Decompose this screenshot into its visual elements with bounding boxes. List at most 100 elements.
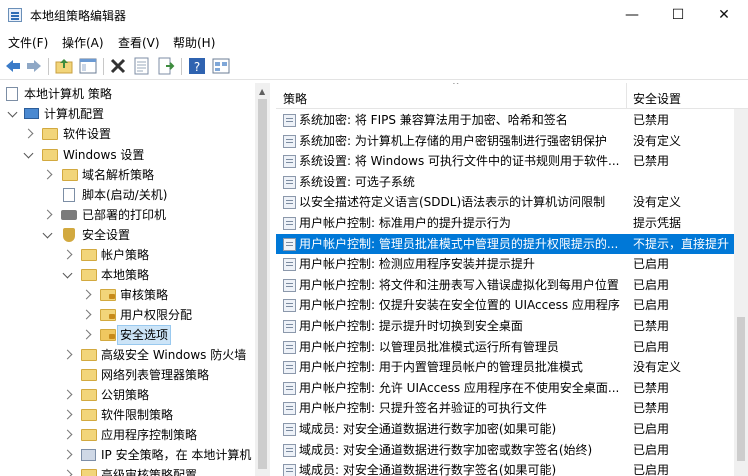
delete-icon[interactable] <box>109 57 127 75</box>
table-row[interactable]: 用户帐户控制: 标准用户的提升提示行为 提示凭据 <box>276 213 734 234</box>
policy-icon <box>283 217 296 230</box>
export-list-icon[interactable] <box>157 57 175 75</box>
maximize-button[interactable]: ☐ <box>655 0 701 30</box>
forward-arrow-icon[interactable] <box>25 57 43 75</box>
column-header-policy[interactable]: 策略 <box>283 90 307 107</box>
menu-view[interactable]: 查看(V) <box>118 34 160 51</box>
policy-value: 已启用 <box>633 277 670 292</box>
collapse-arrow-icon[interactable] <box>42 209 53 220</box>
policy-value: 提示凭据 <box>633 216 682 230</box>
tree-item-label: 安全设置 <box>82 228 131 242</box>
collapse-arrow-icon[interactable] <box>42 169 53 180</box>
policy-name: 用户帐户控制: 标准用户的提升提示行为 <box>299 216 511 230</box>
folder-icon <box>81 349 97 361</box>
back-arrow-icon[interactable] <box>4 57 22 75</box>
collapse-arrow-icon[interactable] <box>62 249 73 260</box>
policy-icon <box>283 361 296 375</box>
table-row[interactable]: 系统设置: 可选子系统 <box>276 172 734 193</box>
policy-icon <box>283 258 296 272</box>
show-hide-tree-icon[interactable] <box>79 57 97 75</box>
table-row[interactable]: 用户帐户控制: 允许 UIAccess 应用程序在不使用安全桌面... 已禁用 <box>276 378 734 399</box>
policy-value: 已启用 <box>633 422 670 436</box>
table-row[interactable]: 用户帐户控制: 提示提升时切换到安全桌面 已禁用 <box>276 316 734 337</box>
expand-arrow-icon[interactable] <box>23 148 34 159</box>
collapse-arrow-icon[interactable] <box>81 309 92 320</box>
toolbar-separator <box>48 58 49 75</box>
policy-value: 没有定义 <box>633 133 682 148</box>
folder-icon <box>81 369 97 381</box>
collapse-arrow-icon[interactable] <box>62 409 73 420</box>
collapse-arrow-icon[interactable] <box>81 289 92 300</box>
minimize-button[interactable]: — <box>609 0 655 30</box>
expand-arrow-icon[interactable] <box>42 228 53 239</box>
table-row-selected[interactable]: 用户帐户控制: 管理员批准模式中管理员的提升权限提示的... 不提示，直接提升 <box>276 233 734 255</box>
locked-folder-icon <box>100 309 116 321</box>
policy-icon <box>283 196 296 210</box>
tree-item-label: 本地计算机 策略 <box>24 87 112 101</box>
table-row[interactable]: 以安全描述符定义语言(SDDL)语法表示的计算机访问限制 没有定义 <box>276 192 734 213</box>
collapse-arrow-icon[interactable] <box>62 429 73 440</box>
collapse-arrow-icon[interactable] <box>62 469 73 476</box>
policy-icon <box>283 278 296 292</box>
menu-action[interactable]: 操作(A) <box>62 34 104 51</box>
console-tree: 本地计算机 策略 计算机配置 软件设置 Windows 设置 域名解析策略 脚本… <box>0 83 270 476</box>
title-bar: 本地组策略编辑器 — ☐ ✕ <box>0 0 748 30</box>
table-row[interactable]: 域成员: 对安全通道数据进行数字签名(如果可能) 已启用 <box>276 460 734 476</box>
table-row[interactable]: 用户帐户控制: 检测应用程序安装并提示提升 已启用 <box>276 254 734 275</box>
policy-icon <box>283 340 296 354</box>
security-settings-icon <box>63 228 75 242</box>
expand-arrow-icon[interactable] <box>62 268 73 279</box>
collapse-arrow-icon[interactable] <box>62 449 73 460</box>
policy-name: 用户帐户控制: 只提升签名并验证的可执行文件 <box>299 401 547 416</box>
locked-folder-icon <box>100 329 116 341</box>
table-row[interactable]: 系统加密: 为计算机上存储的用户密钥强制进行强密钥保护 没有定义 <box>276 131 734 152</box>
scroll-up-arrow-icon[interactable]: ▲ <box>259 87 265 96</box>
properties-icon[interactable] <box>133 57 151 75</box>
up-folder-icon[interactable] <box>55 57 73 75</box>
close-button[interactable]: ✕ <box>701 0 747 30</box>
tree-item-label: Windows 设置 <box>63 148 145 162</box>
table-row[interactable]: 系统设置: 将 Windows 可执行文件中的证书规则用于软件... 已禁用 <box>276 151 734 172</box>
table-row[interactable]: 用户帐户控制: 用于内置管理员帐户的管理员批准模式 没有定义 <box>276 357 734 378</box>
collapse-arrow-icon[interactable] <box>23 128 34 139</box>
policy-icon <box>283 320 296 333</box>
tree-scrollbar[interactable]: ▲ <box>255 83 270 476</box>
table-row[interactable]: 域成员: 对安全通道数据进行数字加密或数字签名(始终) 已启用 <box>276 440 734 461</box>
policy-icon <box>283 175 296 189</box>
table-row[interactable]: 域成员: 对安全通道数据进行数字加密(如果可能) 已启用 <box>276 419 734 440</box>
policy-name: 系统加密: 将 FIPS 兼容算法用于加密、哈希和签名 <box>299 113 568 127</box>
tree-item-label: 网络列表管理器策略 <box>101 368 210 382</box>
folder-icon <box>81 269 97 281</box>
collapse-arrow-icon[interactable] <box>81 329 92 340</box>
collapse-arrow-icon[interactable] <box>62 349 73 360</box>
tree-scrollbar-thumb[interactable] <box>258 99 267 469</box>
folder-icon <box>81 409 97 421</box>
expand-arrow-icon[interactable] <box>7 107 18 118</box>
view-icon[interactable] <box>212 57 230 75</box>
policy-list: ^ 策略 安全设置 系统加密: 将 FIPS 兼容算法用于加密、哈希和签名 已禁用… <box>276 83 748 476</box>
table-row[interactable]: 用户帐户控制: 将文件和注册表写入错误虚拟化到每用户位置 已启用 <box>276 275 734 296</box>
menu-file[interactable]: 文件(F) <box>8 34 48 51</box>
tree-item-label: 安全选项 <box>117 325 172 345</box>
svg-text:?: ? <box>194 60 200 74</box>
table-row[interactable]: 系统加密: 将 FIPS 兼容算法用于加密、哈希和签名 已禁用 <box>276 110 734 131</box>
policy-icon <box>283 114 296 127</box>
help-icon[interactable]: ? <box>188 57 206 75</box>
network-security-icon <box>81 449 96 461</box>
column-separator[interactable] <box>626 83 627 109</box>
menu-help[interactable]: 帮助(H) <box>173 34 215 51</box>
folder-icon <box>81 469 97 476</box>
collapse-arrow-icon[interactable] <box>62 389 73 400</box>
list-scrollbar-thumb[interactable] <box>737 317 745 461</box>
table-row[interactable]: 用户帐户控制: 仅提升安装在安全位置的 UIAccess 应用程序 已启用 <box>276 295 734 316</box>
policy-value: 已启用 <box>633 442 670 457</box>
table-row[interactable]: 用户帐户控制: 以管理员批准模式运行所有管理员 已启用 <box>276 337 734 358</box>
script-icon <box>63 188 75 202</box>
policy-icon <box>283 237 296 251</box>
column-header-security-setting[interactable]: 安全设置 <box>633 90 681 107</box>
policy-value: 已启用 <box>633 257 670 272</box>
table-row[interactable]: 用户帐户控制: 只提升签名并验证的可执行文件 已禁用 <box>276 398 734 419</box>
list-scrollbar[interactable] <box>734 109 748 476</box>
policy-name: 系统设置: 将 Windows 可执行文件中的证书规则用于软件... <box>299 154 620 169</box>
tree-item-label: 应用程序控制策略 <box>101 428 198 442</box>
